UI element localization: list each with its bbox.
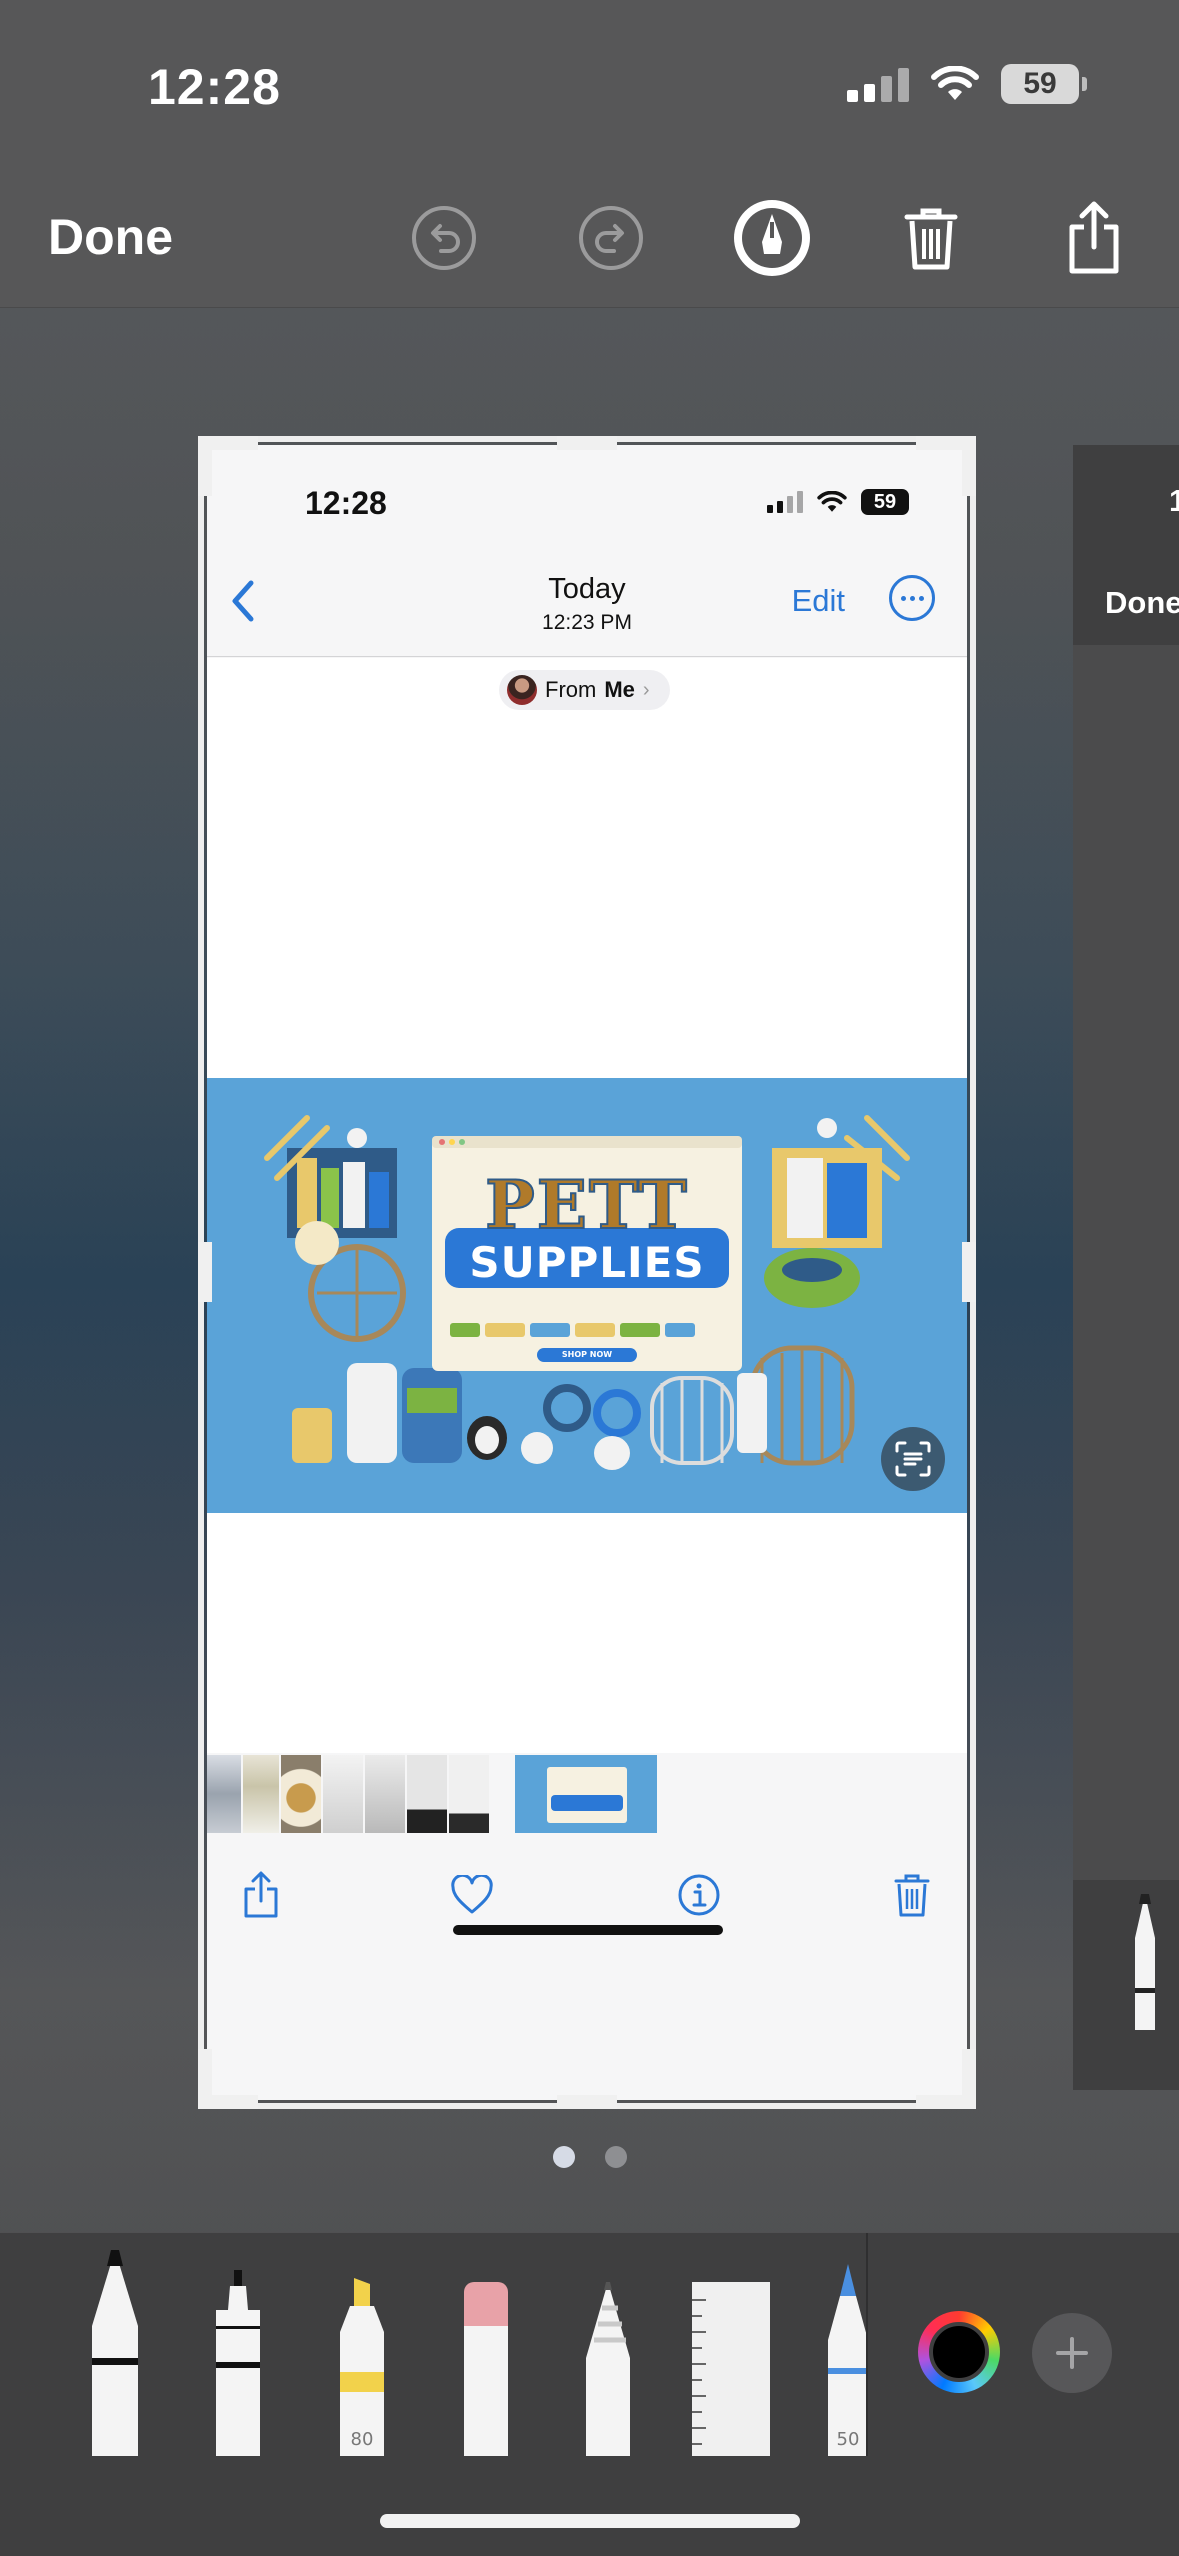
thumbnail[interactable] bbox=[407, 1755, 447, 1833]
peek-time-fragment: 1 bbox=[1169, 483, 1179, 518]
share-icon[interactable] bbox=[1054, 198, 1134, 278]
done-button[interactable]: Done bbox=[48, 208, 173, 266]
color-picker-icon[interactable] bbox=[918, 2311, 1000, 2393]
page-dot-1[interactable] bbox=[552, 2146, 575, 2168]
screenshot-preview[interactable]: 12:28 59 Today 12:23 PM Edit From Me › P… bbox=[207, 445, 967, 2100]
inner-status-bar: 12:28 59 bbox=[207, 445, 967, 545]
thumbnail-selected[interactable] bbox=[515, 1755, 657, 1833]
from-me-pill[interactable]: From Me › bbox=[499, 670, 670, 710]
from-prefix: From bbox=[545, 677, 597, 702]
trash-icon[interactable] bbox=[891, 198, 971, 278]
cellular-signal-icon bbox=[847, 66, 909, 102]
inner-nav-bar: Today 12:23 PM Edit bbox=[207, 545, 967, 657]
inner-nav-subtitle: 12:23 PM bbox=[542, 611, 632, 634]
trash-icon[interactable] bbox=[882, 1865, 942, 1925]
crop-handle-left[interactable] bbox=[198, 1242, 212, 1302]
palette-divider bbox=[866, 2233, 868, 2457]
cellular-signal-icon bbox=[767, 491, 803, 513]
artwork-title-line1: PETT bbox=[484, 1165, 689, 1245]
pen-tool-icon bbox=[1135, 1894, 1155, 2030]
markup-pen-icon[interactable] bbox=[732, 198, 812, 278]
avatar bbox=[507, 675, 537, 705]
ruler-tool[interactable] bbox=[690, 2280, 772, 2456]
crayon-opacity-label: 50 bbox=[836, 2429, 860, 2450]
photo-viewer: From Me › PETT SUPPLIES SHOP NOW bbox=[207, 658, 967, 1753]
artwork-title-line2: SUPPLIES bbox=[469, 1238, 705, 1287]
more-options-icon[interactable] bbox=[889, 575, 935, 621]
crop-handle-top-left-v[interactable] bbox=[198, 436, 212, 496]
chevron-right-icon: › bbox=[642, 678, 650, 701]
inner-action-bar bbox=[207, 1835, 967, 1955]
inner-nav-title: Today bbox=[548, 573, 626, 605]
home-area bbox=[0, 2456, 1179, 2556]
crop-handle-right[interactable] bbox=[962, 1242, 976, 1302]
thumbnail[interactable] bbox=[243, 1755, 279, 1833]
share-icon[interactable] bbox=[231, 1865, 291, 1925]
thumbnail-strip[interactable] bbox=[207, 1753, 967, 1835]
info-icon[interactable] bbox=[669, 1865, 729, 1925]
highlighter-opacity-label: 80 bbox=[350, 2429, 374, 2450]
thumbnail[interactable] bbox=[207, 1755, 241, 1833]
crayon-tool[interactable]: 50 bbox=[826, 2260, 870, 2456]
pen-tool[interactable] bbox=[86, 2246, 144, 2456]
next-page-peek[interactable]: 1 Done bbox=[1073, 445, 1179, 2090]
battery-indicator: 59 bbox=[1001, 64, 1087, 104]
peek-header: 1 Done bbox=[1073, 445, 1179, 645]
monoline-tool[interactable] bbox=[212, 2266, 264, 2456]
redo-icon[interactable] bbox=[571, 198, 651, 278]
pet-supplies-artwork[interactable]: PETT SUPPLIES SHOP NOW bbox=[207, 1078, 967, 1513]
page-dot-2[interactable] bbox=[604, 2146, 627, 2168]
undo-icon[interactable] bbox=[404, 198, 484, 278]
inner-status-time: 12:28 bbox=[305, 485, 387, 521]
inner-home-indicator bbox=[453, 1925, 723, 1935]
artwork-cta: SHOP NOW bbox=[561, 1350, 613, 1359]
crop-handle-bottom-left-v[interactable] bbox=[198, 2049, 212, 2109]
wifi-icon bbox=[817, 491, 847, 512]
page-indicator bbox=[0, 2146, 1179, 2168]
thumbnail[interactable] bbox=[323, 1755, 363, 1833]
live-text-icon[interactable] bbox=[881, 1427, 945, 1491]
status-icons: 59 bbox=[847, 64, 1087, 104]
crop-handle-bottom-right-v[interactable] bbox=[962, 2049, 976, 2109]
peek-palette bbox=[1073, 1880, 1179, 2090]
highlighter-tool[interactable]: 80 bbox=[336, 2276, 388, 2456]
eraser-tool[interactable] bbox=[460, 2278, 512, 2456]
heart-icon[interactable] bbox=[442, 1865, 502, 1925]
from-name: Me bbox=[604, 677, 635, 702]
home-indicator[interactable] bbox=[380, 2514, 800, 2528]
crop-handle-bottom[interactable] bbox=[557, 2095, 617, 2109]
markup-toolbar: Done bbox=[0, 170, 1179, 308]
thumbnail[interactable] bbox=[281, 1755, 321, 1833]
pencil-tool[interactable] bbox=[582, 2278, 634, 2456]
edit-button[interactable]: Edit bbox=[792, 583, 845, 619]
crop-handle-top-right-v[interactable] bbox=[962, 436, 976, 496]
status-bar: 12:28 59 bbox=[0, 0, 1179, 170]
tool-palette: 80 50 bbox=[0, 2232, 1179, 2457]
status-time: 12:28 bbox=[148, 59, 281, 115]
thumbnail[interactable] bbox=[365, 1755, 405, 1833]
plus-icon[interactable] bbox=[1032, 2313, 1112, 2393]
crop-handle-top[interactable] bbox=[557, 436, 617, 450]
wifi-icon bbox=[931, 66, 979, 100]
battery-indicator: 59 bbox=[861, 489, 909, 515]
artwork-illustration bbox=[207, 1078, 967, 1513]
inner-status-icons: 59 bbox=[767, 489, 909, 515]
thumbnail[interactable] bbox=[449, 1755, 489, 1833]
peek-done-label: Done bbox=[1105, 585, 1179, 620]
